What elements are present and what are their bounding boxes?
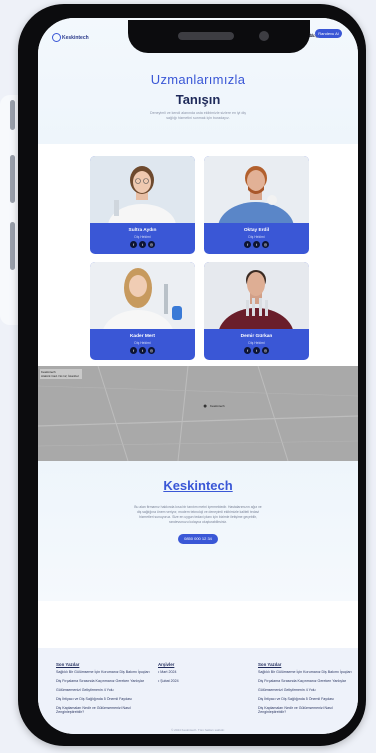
speaker-grille — [178, 32, 234, 40]
facebook-icon[interactable]: f — [244, 241, 251, 248]
team-card[interactable]: Kader Mert Diş Hekimi f t ◎ — [90, 262, 195, 360]
doctor-role: Diş Hekimi — [134, 235, 151, 239]
footer-link[interactable]: Sağlıklı Bir Gülümseme İçin Korumanız Di… — [258, 670, 353, 674]
copyright-text: © 2024 Keskintech. Tüm hakları saklıdır. — [171, 728, 225, 732]
doctor-photo — [204, 156, 309, 223]
instagram-icon[interactable]: ◎ — [262, 347, 269, 354]
camera-icon — [259, 31, 269, 41]
footer-link[interactable]: Sağlıklı Bir Gülümseme İçin Korumanız Di… — [56, 670, 150, 674]
twitter-icon[interactable]: t — [253, 347, 260, 354]
site-logo[interactable]: Keskintech — [52, 33, 89, 42]
team-card[interactable]: Demir Gürkan Diş Hekimi f t ◎ — [204, 262, 309, 360]
map-place-card[interactable]: Keskintech Atatürk Cad. No:12, İstanbul — [40, 369, 82, 379]
doctor-photo — [204, 262, 309, 329]
footer-link[interactable]: Diş Fırçalama Sırasında Kaçınmanız Gerek… — [258, 679, 353, 683]
logo-text: Keskintech — [62, 34, 89, 41]
footer-link[interactable]: • Şubat 2024 — [158, 679, 179, 683]
footer-link[interactable]: Gülümsemenizi Geliştirmenin 4 Yolu — [56, 688, 114, 692]
phone-call-button[interactable]: 0850 000 12 34 — [178, 534, 218, 544]
about-text: Bu alan firmamız hakkında kısa bir tanıt… — [134, 505, 262, 524]
hero-description: Deneyimli ve kendi alanında usta ekibimi… — [150, 111, 246, 120]
facebook-icon[interactable]: f — [130, 347, 137, 354]
twitter-icon[interactable]: t — [139, 347, 146, 354]
instagram-icon[interactable]: ◎ — [148, 347, 155, 354]
footer-link[interactable]: Diş İhtiyacı ve Diş Sağlığında 5 Önemli … — [56, 697, 132, 701]
phone-frame: Keskintech Hakkımızda Blog Randevu Al Uz… — [18, 4, 366, 746]
phone-volume-down — [10, 222, 15, 270]
map-address: Atatürk Cad. No:12, İstanbul — [41, 374, 79, 378]
footer-link[interactable]: Gülümsemenizi Geliştirmenin 4 Yolu — [258, 688, 353, 692]
tooth-logo-icon — [52, 33, 61, 42]
map-pin-label: Keskintech — [210, 404, 225, 408]
team-card[interactable]: Sultra Aydın Diş Hekimi f t ◎ — [90, 156, 195, 254]
phone-notch — [128, 20, 310, 53]
footer-link[interactable]: Diş Fırçalama Sırasında Kaçınmanız Gerek… — [56, 679, 144, 683]
hero-title: Uzmanlarımızla — [150, 72, 246, 87]
doctor-name: Kader Mert — [129, 334, 156, 339]
doctor-name: Demir Gürkan — [240, 334, 273, 339]
appointment-button[interactable]: Randevu Al — [315, 29, 342, 38]
footer-link[interactable]: • Mart 2024 — [158, 670, 176, 674]
twitter-icon[interactable]: t — [139, 241, 146, 248]
footer-link[interactable]: Diş İhtiyacı ve Diş Sağlığında 5 Önemli … — [258, 697, 353, 701]
spacer — [38, 601, 358, 648]
phone-side-button — [10, 100, 15, 130]
footer-col3-title: Son Yazılar — [258, 662, 282, 667]
phone-screen: Keskintech Hakkımızda Blog Randevu Al Uz… — [38, 18, 358, 734]
about-title[interactable]: Keskintech — [38, 478, 358, 493]
location-map[interactable]: Keskintech Atatürk Cad. No:12, İstanbul … — [38, 366, 358, 461]
phone-volume-up — [10, 155, 15, 203]
map-roads — [38, 366, 358, 461]
doctor-role: Diş Hekimi — [134, 341, 151, 345]
hero-subtitle: Tanışın — [175, 92, 221, 107]
footer-link[interactable]: Diş Kaplamaları Nedir ve Gülümsemenizi N… — [56, 706, 146, 714]
doctor-name: Sultra Aydın — [128, 228, 157, 233]
team-section: Sultra Aydın Diş Hekimi f t ◎ Oktay Erdi… — [38, 144, 358, 366]
archive-link-label: Mart 2024 — [160, 670, 177, 674]
map-pin-icon[interactable]: ● — [203, 403, 207, 410]
twitter-icon[interactable]: t — [253, 241, 260, 248]
footer-col2-title: Arşivler — [158, 662, 175, 667]
facebook-icon[interactable]: f — [130, 241, 137, 248]
instagram-icon[interactable]: ◎ — [148, 241, 155, 248]
footer-col1-title: Son Yazılar — [56, 662, 80, 667]
footer-link[interactable]: Diş Kaplamaları Nedir ve Gülümsemenizi N… — [258, 706, 353, 714]
doctor-name: Oktay Erdil — [243, 228, 270, 233]
facebook-icon[interactable]: f — [244, 347, 251, 354]
doctor-photo — [90, 156, 195, 223]
site-footer: Son Yazılar Sağlıklı Bir Gülümseme İçin … — [38, 648, 358, 734]
archive-link-label: Şubat 2024 — [160, 679, 179, 683]
about-section: Keskintech Bu alan firmamız hakkında kıs… — [38, 461, 358, 601]
doctor-role: Diş Hekimi — [248, 235, 265, 239]
doctor-photo — [90, 262, 195, 329]
team-card[interactable]: Oktay Erdil Diş Hekimi f t ◎ — [204, 156, 309, 254]
doctor-role: Diş Hekimi — [248, 341, 265, 345]
instagram-icon[interactable]: ◎ — [262, 241, 269, 248]
